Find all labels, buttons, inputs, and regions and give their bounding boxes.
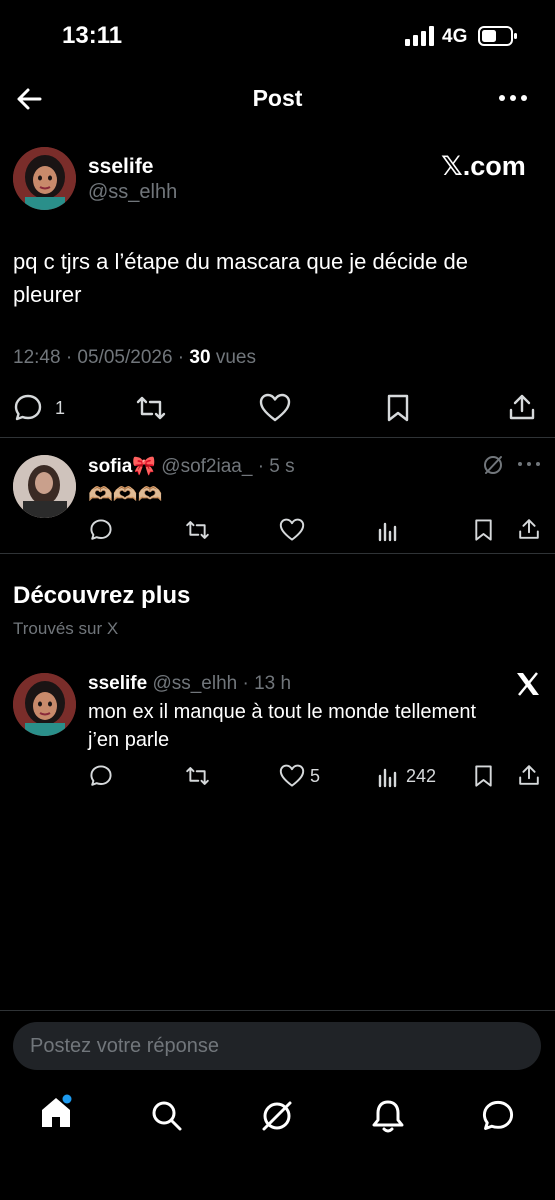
reply-input-placeholder: Postez votre réponse [30, 1035, 219, 1057]
bookmark-icon[interactable] [473, 518, 494, 542]
bookmark-icon[interactable] [385, 393, 411, 423]
more-dots-icon[interactable] [498, 86, 528, 110]
battery-icon [478, 26, 517, 46]
bookmark-icon[interactable] [473, 764, 494, 788]
divider [0, 553, 555, 554]
heart-icon[interactable] [279, 518, 305, 542]
post-meta: 12:48 · 05/05/2026 · 30 vues [13, 347, 256, 369]
share-icon[interactable] [507, 392, 537, 422]
reply-text: 🫶🏼🫶🏼🫶🏼 [88, 484, 163, 506]
related-view-count: 242 [406, 766, 437, 786]
post-views-label: vues [210, 347, 256, 368]
share-icon[interactable] [517, 517, 541, 541]
message-icon[interactable] [481, 1099, 515, 1133]
discover-subtitle: Trouvés sur X [13, 619, 119, 638]
divider [0, 437, 555, 438]
comment-icon[interactable] [89, 764, 113, 788]
reply-header: sofia🎀 @sof2iaa_ · 5 s [88, 454, 295, 478]
post-text-line-2: pleurer [13, 282, 82, 307]
repost-icon[interactable] [184, 518, 211, 542]
grok-icon[interactable] [482, 454, 504, 476]
related-text-line-2: j’en parle [88, 729, 170, 751]
post-reply-count: 1 [55, 398, 66, 418]
more-dots-icon[interactable] [517, 458, 541, 470]
repost-icon[interactable] [184, 764, 211, 788]
related-text-line-1: mon ex il manque à tout le monde telleme… [88, 701, 476, 723]
comment-icon[interactable] [13, 393, 43, 423]
status-time: 13:11 [62, 22, 123, 49]
comment-icon[interactable] [89, 518, 113, 542]
discover-title: Découvrez plus [13, 582, 191, 609]
x-logo-icon [517, 672, 539, 696]
post-timestamp: 12:48 · 05/05/2026 · [13, 347, 190, 368]
related-author-name[interactable]: sselife [88, 673, 147, 694]
heart-icon[interactable] [279, 764, 305, 788]
reply-author-handle[interactable]: @sof2iaa_ [161, 456, 252, 477]
network-type: 4G [442, 26, 468, 47]
grok-icon[interactable] [259, 1098, 295, 1134]
reply-avatar-image [13, 455, 76, 518]
post-views-count: 30 [189, 347, 211, 368]
related-header: sselife @ss_elhh · 13 h [88, 673, 291, 695]
signal-icon [405, 26, 434, 46]
post-author-name[interactable]: sselife [88, 155, 153, 179]
jasmine-avatar-image [13, 673, 76, 736]
jasmine-avatar-image [13, 147, 76, 210]
related-author-handle[interactable]: @ss_elhh [152, 673, 237, 694]
avatar[interactable] [13, 455, 76, 518]
share-icon[interactable] [517, 763, 541, 787]
page-title: Post [252, 85, 303, 111]
post-source-label[interactable]: 𝕏.com [441, 151, 526, 182]
related-like-count: 5 [310, 766, 321, 786]
bar-chart-icon[interactable] [376, 518, 400, 542]
reply-time: · 5 s [257, 456, 295, 477]
avatar[interactable] [13, 147, 76, 210]
post-author-handle[interactable]: @ss_elhh [88, 181, 177, 204]
home-icon[interactable] [39, 1094, 75, 1132]
bell-icon[interactable] [371, 1098, 405, 1134]
divider [0, 1010, 555, 1011]
heart-icon[interactable] [259, 393, 291, 423]
search-icon[interactable] [150, 1099, 184, 1133]
post-text-line-1: pq c tjrs a l’étape du mascara que je dé… [13, 249, 468, 274]
status-bar: 13:11 4G [0, 0, 555, 70]
avatar[interactable] [13, 673, 76, 736]
repost-icon[interactable] [134, 393, 168, 423]
related-time: · 13 h [242, 673, 292, 694]
reply-author-name[interactable]: sofia🎀 [88, 456, 156, 477]
bar-chart-icon[interactable] [376, 764, 400, 788]
